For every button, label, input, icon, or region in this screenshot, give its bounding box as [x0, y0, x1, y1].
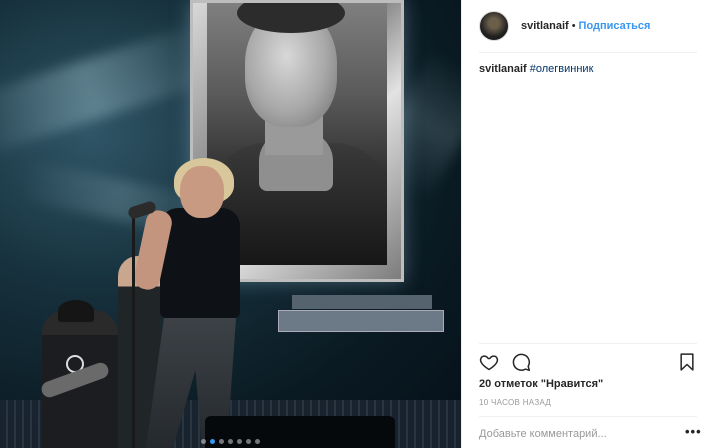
post-side-panel: svitlanaif • Подписаться svitlanaif #оле… [461, 0, 713, 448]
carousel-dot[interactable] [246, 439, 251, 444]
header-username[interactable]: svitlanaif [521, 20, 569, 32]
portrait-hair [237, 3, 345, 33]
singer-body [160, 208, 240, 318]
carousel-dot[interactable] [255, 439, 260, 444]
carousel-dot[interactable] [210, 439, 215, 444]
post-photo[interactable] [0, 0, 461, 448]
guitarist-hat [58, 300, 94, 322]
likes-count[interactable]: 20 отметок "Нравится" [479, 378, 603, 390]
bookmark-icon[interactable] [677, 352, 697, 372]
avatar[interactable] [479, 11, 509, 41]
post-header: svitlanaif • Подписаться [462, 0, 713, 52]
stage-keyboard [278, 310, 444, 332]
carousel-dot[interactable] [219, 439, 224, 444]
comment-bubble-icon[interactable] [511, 352, 531, 372]
header-separator: • [571, 20, 576, 32]
comment-input[interactable] [479, 426, 669, 442]
carousel-dot[interactable] [201, 439, 206, 444]
post-caption: svitlanaif #олегвинник [479, 62, 697, 77]
singer-head [180, 166, 224, 218]
stage-keyboard [292, 295, 432, 309]
post-actions [479, 350, 697, 374]
divider [479, 52, 697, 53]
more-options-icon[interactable]: ••• [685, 425, 702, 438]
mic-stand [132, 215, 135, 448]
post-timestamp[interactable]: 10 ЧАСОВ НАЗАД [479, 398, 551, 407]
follow-button[interactable]: Подписаться [579, 20, 651, 32]
divider [479, 416, 697, 417]
caption-username[interactable]: svitlanaif [479, 63, 527, 75]
divider [479, 343, 697, 344]
carousel-dot[interactable] [228, 439, 233, 444]
carousel-dots [0, 439, 461, 444]
caption-hashtag[interactable]: #олегвинник [530, 63, 594, 75]
heart-icon[interactable] [479, 352, 499, 372]
carousel-dot[interactable] [237, 439, 242, 444]
